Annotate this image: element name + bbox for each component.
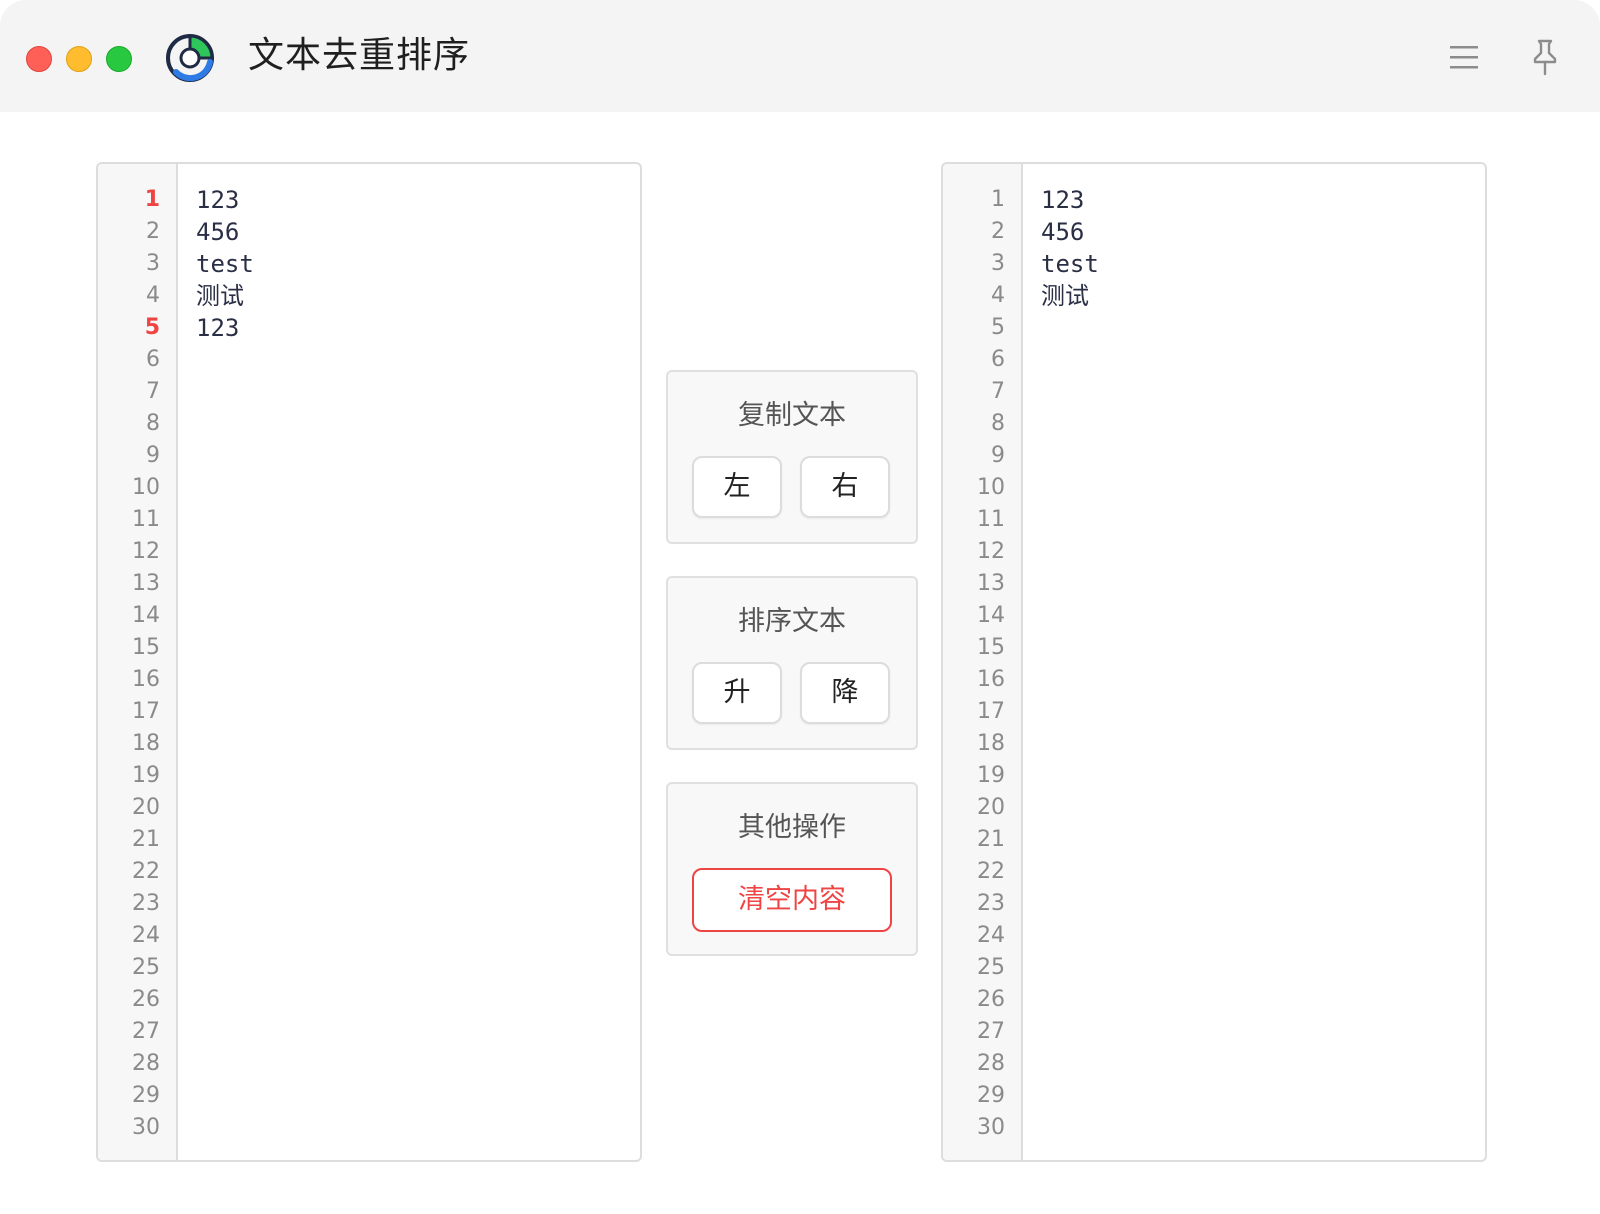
line-number: 10 [132,475,160,500]
pin-icon[interactable] [1528,38,1562,76]
line-number: 28 [977,1051,1005,1076]
line-number: 17 [132,699,160,724]
line-number: 12 [132,539,160,564]
line-number: 9 [146,443,160,468]
line-number: 1 [144,187,160,212]
line-number: 23 [132,891,160,916]
close-window-button[interactable] [26,46,52,72]
line-number: 7 [991,379,1005,404]
line-number: 14 [132,603,160,628]
line-number: 4 [146,283,160,308]
line-number: 30 [977,1115,1005,1140]
input-editor[interactable]: 1 2 3 4 5 6 7 8 9 10 11 12 13 14 15 16 17 18 19 20 21 22 23 24 2… [96,162,642,1162]
line-number: 18 [132,731,160,756]
text-line: 456 [196,218,240,246]
line-number: 20 [132,795,160,820]
line-number: 22 [977,859,1005,884]
line-number: 2 [146,219,160,244]
app-logo-icon [166,34,214,82]
line-number: 13 [977,571,1005,596]
line-number: 19 [977,763,1005,788]
clear-content-button[interactable]: 清空内容 [692,868,892,932]
line-number: 8 [991,411,1005,436]
maximize-window-button[interactable] [106,46,132,72]
line-number-gutter: 1 2 3 4 5 6 7 8 9 10 11 12 13 14 15 16 17 18 19 20 21 22 23 24 2… [98,164,178,1160]
line-number: 18 [977,731,1005,756]
text-line: test [196,250,254,278]
line-number: 22 [132,859,160,884]
line-number: 8 [146,411,160,436]
line-number: 5 [144,315,160,340]
line-number: 24 [977,923,1005,948]
text-line: 123 [196,314,240,342]
line-number: 3 [991,251,1005,276]
line-number: 27 [132,1019,160,1044]
line-number: 26 [132,987,160,1012]
line-number: 12 [977,539,1005,564]
menu-icon[interactable] [1446,42,1482,72]
line-number: 25 [132,955,160,980]
line-number: 2 [991,219,1005,244]
copy-left-button[interactable]: 左 [692,456,782,518]
line-number: 28 [132,1051,160,1076]
other-group-title: 其他操作 [738,812,846,843]
line-number: 3 [146,251,160,276]
line-number: 10 [977,475,1005,500]
line-number: 26 [977,987,1005,1012]
text-line: 测试 [196,282,244,310]
line-number: 5 [991,315,1005,340]
line-number: 29 [132,1083,160,1108]
line-number: 25 [977,955,1005,980]
line-number: 30 [132,1115,160,1140]
output-editor[interactable]: 1 2 3 4 5 6 7 8 9 10 11 12 13 14 15 16 17 18 19 20 21 22 23 24 2… [941,162,1487,1162]
copy-group-title: 复制文本 [738,400,846,431]
text-line: 123 [196,186,240,214]
sort-ascending-button[interactable]: 升 [692,662,782,724]
sort-text-group: 排序文本 升 降 [666,576,918,750]
line-number: 17 [977,699,1005,724]
line-number: 21 [132,827,160,852]
text-line: 测试 [1041,282,1089,310]
copy-right-button[interactable]: 右 [800,456,890,518]
line-number: 29 [977,1083,1005,1108]
line-number: 14 [977,603,1005,628]
sort-group-title: 排序文本 [738,606,846,637]
line-number: 23 [977,891,1005,916]
line-number: 19 [132,763,160,788]
app-title: 文本去重排序 [248,35,471,76]
other-actions-group: 其他操作 清空内容 [666,782,918,956]
text-line: test [1041,250,1099,278]
line-number: 16 [132,667,160,692]
input-text-area[interactable]: 123 456 test 测试 123 [196,184,640,344]
line-number: 13 [132,571,160,596]
text-line: 456 [1041,218,1085,246]
line-number: 27 [977,1019,1005,1044]
text-line: 123 [1041,186,1085,214]
output-text-area[interactable]: 123 456 test 测试 [1041,184,1485,312]
line-number: 21 [977,827,1005,852]
minimize-window-button[interactable] [66,46,92,72]
app-window: 文本去重排序 1 2 3 4 5 6 7 8 9 10 11 12 13 14 15 16 17 18 19 20 21… [0,0,1600,1214]
line-number: 15 [132,635,160,660]
line-number: 16 [977,667,1005,692]
copy-text-group: 复制文本 左 右 [666,370,918,544]
title-bar: 文本去重排序 [0,0,1600,112]
line-number: 15 [977,635,1005,660]
line-number: 9 [991,443,1005,468]
line-number: 1 [991,187,1005,212]
line-number: 4 [991,283,1005,308]
line-number: 11 [977,507,1005,532]
line-number: 7 [146,379,160,404]
line-number: 6 [991,347,1005,372]
line-number: 11 [132,507,160,532]
line-number: 6 [146,347,160,372]
sort-descending-button[interactable]: 降 [800,662,890,724]
line-number-gutter: 1 2 3 4 5 6 7 8 9 10 11 12 13 14 15 16 17 18 19 20 21 22 23 24 2… [943,164,1023,1160]
line-number: 24 [132,923,160,948]
line-number: 20 [977,795,1005,820]
